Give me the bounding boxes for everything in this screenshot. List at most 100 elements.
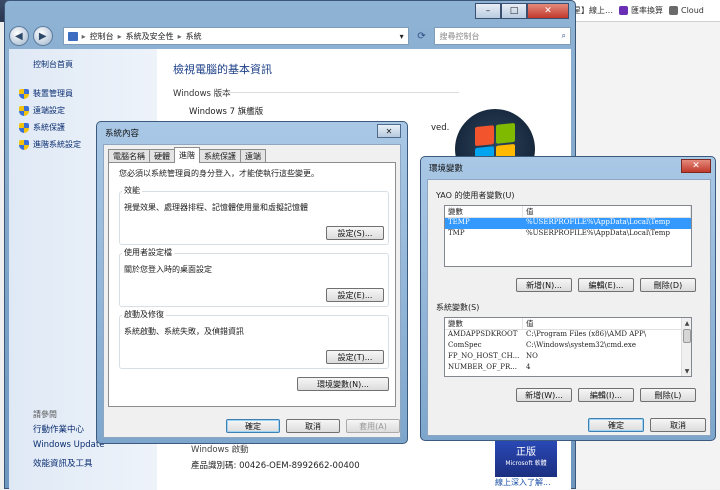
system-edit-button[interactable]: 編輯(I)... [578,388,634,402]
tab-computer-name[interactable]: 電腦名稱 [108,149,150,163]
startup-recovery-settings-button[interactable]: 設定(T)... [326,350,384,364]
variable-name: TMP [448,229,465,237]
bookmark-item[interactable]: Cloud [669,6,704,15]
breadcrumb-item[interactable]: 控制台 [90,31,114,42]
window-caption-buttons: – □ ✕ [475,3,569,19]
system-variables-list[interactable]: 變數 值 AMDAPPSDKROOT C:\Program Files (x86… [444,317,692,377]
bookmark-icon [669,6,678,15]
shield-icon [19,105,29,116]
copyright-text: ved. [431,123,450,133]
list-item[interactable]: TEMP %USERPROFILE%\AppData\Local\Temp [445,218,691,229]
bookmark-item[interactable]: 匯率換算 [619,5,663,16]
ok-button[interactable]: 確定 [588,418,644,432]
tab-remote[interactable]: 遠端 [240,149,266,163]
list-item[interactable]: NUMBER_OF_PR... 4 [445,363,691,374]
breadcrumb-separator: ▸ [177,31,182,41]
list-header: 變數 值 [445,206,691,218]
variable-name: AMDAPPSDKROOT [448,330,518,338]
system-variables-label: 系統變數(S) [436,303,480,312]
edition-heading: Windows 版本 [173,89,231,99]
group-title: 啟動及修復 [122,309,166,320]
section-divider [219,92,459,93]
startup-recovery-group: 啟動及修復 系統啟動、系統失敗，及偵錯資訊 設定(T)... [119,309,389,369]
shield-icon [19,122,29,133]
sidebar-item-system-protection[interactable]: 系統保護 [19,119,81,136]
genuine-learn-more-link[interactable]: 線上深入了解... [495,477,551,488]
system-new-button[interactable]: 新增(W)... [516,388,572,402]
list-scrollbar[interactable]: ▲ ▼ [681,318,691,376]
group-description: 視覺效果、處理器排程、記憶體使用量和虛擬記憶體 [124,203,308,212]
sidebar-item-remote-settings[interactable]: 遠端設定 [19,102,81,119]
minimize-button[interactable]: – [475,3,501,19]
user-new-button[interactable]: 新增(N)... [516,278,572,292]
system-properties-dialog: 系統內容 ✕ 電腦名稱 硬體 進階 系統保護 遠端 您必須以系統管理員的身分登入… [96,121,408,444]
activation-heading: Windows 啟動 [191,445,249,455]
genuine-label: 正版 [516,447,536,458]
tab-hardware[interactable]: 硬體 [149,149,175,163]
user-variables-label: YAO 的使用者變數(U) [436,191,515,200]
ok-button[interactable]: 確定 [226,419,280,433]
variable-value: C:\Program Files (x86)\AMD APP\ [526,330,647,338]
scroll-down-icon[interactable]: ▼ [682,366,691,376]
see-also-action-center[interactable]: 行動作業中心 [33,423,104,440]
sidebar-item-device-manager[interactable]: 裝置管理員 [19,85,81,102]
environment-variables-button[interactable]: 環境變數(N)... [297,377,389,391]
sidebar-home-link[interactable]: 控制台首頁 [33,59,73,70]
breadcrumb-item[interactable]: 系統 [186,31,202,42]
breadcrumb-item[interactable]: 系統及安全性 [126,31,174,42]
bookmarks-bar: 星】線上… 匯率換算 Cloud [555,0,720,22]
close-button[interactable]: ✕ [527,3,569,19]
shield-icon [19,139,29,150]
search-icon: ⌕ [561,31,567,40]
variable-value: C:\Windows\system32\cmd.exe [526,341,637,349]
cancel-button[interactable]: 取消 [650,418,706,432]
chevron-down-icon[interactable]: ▾ [400,32,404,41]
variable-name: NUMBER_OF_PR... [448,363,517,371]
tab-system-protection[interactable]: 系統保護 [199,149,241,163]
variable-name: ComSpec [448,341,482,349]
list-item[interactable]: FP_NO_HOST_CH... NO [445,352,691,363]
see-also-performance[interactable]: 效能資訊及工具 [33,457,104,474]
performance-group: 效能 視覺效果、處理器排程、記憶體使用量和虛擬記憶體 設定(S)... [119,185,389,245]
refresh-button[interactable]: ⟳ [413,27,431,45]
address-bar[interactable]: ▸ 控制台 ▸ 系統及安全性 ▸ 系統 ▾ [62,27,409,45]
tab-strip: 電腦名稱 硬體 進階 系統保護 遠端 [108,147,266,163]
breadcrumb-separator: ▸ [117,31,122,41]
see-also-windows-update[interactable]: Windows Update [33,440,104,457]
maximize-button[interactable]: □ [501,3,527,19]
search-input[interactable]: 搜尋控制台 ⌕ [434,27,572,45]
user-edit-button[interactable]: 編輯(E)... [578,278,634,292]
column-header-variable[interactable]: 變數 [445,206,523,217]
back-button[interactable]: ◀ [9,26,29,46]
user-delete-button[interactable]: 刪除(D) [640,278,696,292]
variable-name: FP_NO_HOST_CH... [448,352,520,360]
cancel-button[interactable]: 取消 [286,419,340,433]
list-item[interactable]: TMP %USERPROFILE%\AppData\Local\Temp [445,229,691,240]
sidebar-item-advanced-settings[interactable]: 進階系統設定 [19,136,81,153]
forward-button[interactable]: ▶ [32,26,53,46]
user-variables-list[interactable]: 變數 值 TEMP %USERPROFILE%\AppData\Local\Te… [444,205,692,267]
column-header-value[interactable]: 值 [523,318,691,329]
variable-name: TEMP [448,218,470,226]
environment-variables-dialog: 環境變數 ✕ YAO 的使用者變數(U) 變數 值 TEMP %USERPROF… [420,156,716,441]
system-variables-section: 系統變數(S) 變數 值 AMDAPPSDKROOT C:\Program Fi… [436,302,702,402]
column-header-value[interactable]: 值 [523,206,691,217]
scroll-up-icon[interactable]: ▲ [682,318,691,328]
list-header: 變數 值 [445,318,691,330]
bookmark-icon [619,6,628,15]
advanced-tab-panel: 您必須以系統管理員的身分登入，才能使執行這些變更。 效能 視覺效果、處理器排程、… [108,162,396,407]
search-placeholder: 搜尋控制台 [439,31,480,41]
column-header-variable[interactable]: 變數 [445,318,523,329]
genuine-badge: 正版 Microsoft 軟體 [495,439,557,477]
variable-value: 4 [526,363,531,371]
tab-advanced[interactable]: 進階 [174,147,200,163]
close-button[interactable]: ✕ [377,124,401,138]
list-item[interactable]: AMDAPPSDKROOT C:\Program Files (x86)\AMD… [445,330,691,341]
close-button[interactable]: ✕ [681,159,711,173]
apply-button[interactable]: 套用(A) [346,419,400,433]
user-profiles-settings-button[interactable]: 設定(E)... [326,288,384,302]
system-delete-button[interactable]: 刪除(L) [640,388,696,402]
performance-settings-button[interactable]: 設定(S)... [326,226,384,240]
scroll-thumb[interactable] [683,329,691,343]
list-item[interactable]: ComSpec C:\Windows\system32\cmd.exe [445,341,691,352]
